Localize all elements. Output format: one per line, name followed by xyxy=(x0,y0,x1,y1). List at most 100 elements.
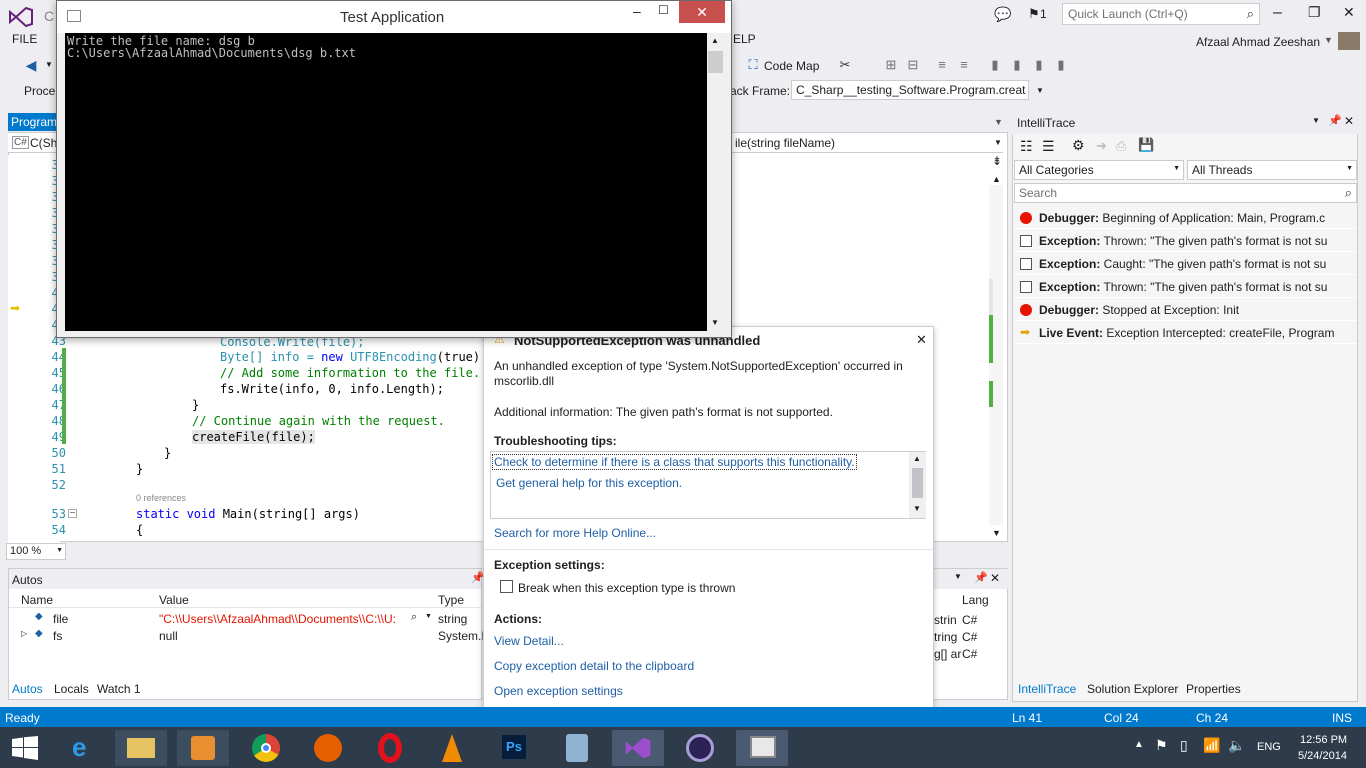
nav-member-dropdown-icon[interactable]: ▼ xyxy=(994,138,1002,147)
panel-dropdown-icon[interactable]: ▼ xyxy=(1312,116,1320,125)
forward-icon[interactable]: ➔ xyxy=(1096,138,1107,154)
thread-select[interactable]: All Threads ▼ xyxy=(1187,160,1357,180)
indent-icon[interactable]: ≡ xyxy=(935,58,949,72)
tip-link-general-help[interactable]: Get general help for this exception. xyxy=(496,476,682,490)
minimize-icon[interactable]: – xyxy=(633,3,641,19)
media-player-icon[interactable] xyxy=(177,730,229,766)
user-name[interactable]: Afzaal Ahmad Zeeshan xyxy=(1196,35,1320,49)
close-icon[interactable]: ✕ xyxy=(916,332,927,348)
chrome-icon[interactable] xyxy=(240,730,292,766)
menu-file[interactable]: FILE xyxy=(12,32,37,46)
toolbar-icon-b[interactable]: ⊟ xyxy=(906,58,920,72)
list-item[interactable]: Exception: Thrown: "The given path's for… xyxy=(1015,276,1357,298)
editor-scrollbar[interactable] xyxy=(989,185,1003,525)
list-item[interactable]: Exception: Caught: "The given path's for… xyxy=(1015,253,1357,275)
code-map-icon[interactable]: ⛶ xyxy=(746,58,760,72)
console-close-button[interactable]: ✕ xyxy=(679,1,725,23)
opera-icon[interactable] xyxy=(364,730,416,766)
notification-flag-icon[interactable]: ⚑ xyxy=(1028,6,1040,22)
scroll-down-icon[interactable]: ▼ xyxy=(992,528,1001,538)
pin-icon[interactable]: 📌 xyxy=(1328,114,1342,127)
copy-detail-link[interactable]: Copy exception detail to the clipboard xyxy=(494,659,694,673)
eclipse-icon[interactable] xyxy=(674,730,726,766)
magnifier-icon[interactable]: ⌕ xyxy=(411,611,417,624)
scroll-up-icon[interactable]: ▲ xyxy=(992,174,1001,184)
vlc-icon[interactable] xyxy=(426,730,478,766)
open-exception-settings-link[interactable]: Open exception settings xyxy=(494,684,623,698)
tab-dropdown-icon[interactable]: ▼ xyxy=(994,117,1003,127)
intellitrace-search-input[interactable]: Search ⌕ xyxy=(1014,183,1357,203)
tab-solution-explorer[interactable]: Solution Explorer xyxy=(1087,682,1178,696)
pin-icon[interactable]: 📌 xyxy=(974,571,988,584)
network-icon[interactable]: 📶 xyxy=(1203,737,1220,754)
view-detail-link[interactable]: View Detail... xyxy=(494,634,564,648)
list-view-icon[interactable]: ☷ xyxy=(1020,138,1033,155)
windows-start-icon[interactable] xyxy=(12,736,38,760)
tab-locals[interactable]: Locals xyxy=(54,682,89,696)
col-type[interactable]: Type xyxy=(438,593,464,607)
restore-icon[interactable]: ❐ xyxy=(1308,4,1321,21)
quick-launch-input[interactable]: Quick Launch (Ctrl+Q) ⌕ xyxy=(1062,3,1260,25)
toolbar-tool-icon[interactable]: ✂ xyxy=(838,58,852,72)
expand-icon[interactable]: ▷ xyxy=(21,629,27,638)
document-tab-program[interactable]: Program xyxy=(8,113,60,131)
tab-intellitrace[interactable]: IntelliTrace xyxy=(1018,682,1076,696)
console-scrollbar[interactable]: ▲ ▼ xyxy=(707,33,724,331)
zoom-select[interactable]: 100 % ▼ xyxy=(6,543,66,560)
col-name[interactable]: Name xyxy=(21,593,53,607)
close-icon[interactable]: ✕ xyxy=(1344,114,1354,128)
internet-explorer-icon[interactable]: e xyxy=(58,730,110,766)
list-item[interactable]: Debugger: Stopped at Exception: Init xyxy=(1015,299,1357,321)
nav-member-select[interactable]: ile(string fileName) xyxy=(735,136,835,150)
visualizer-dropdown-icon[interactable]: ▼ xyxy=(425,613,432,620)
back-icon[interactable]: ◀ xyxy=(24,58,38,72)
console-output[interactable]: Write the file name: dsg b C:\Users\Afzaa… xyxy=(65,33,707,331)
minimize-icon[interactable]: – xyxy=(1273,4,1282,22)
col-value[interactable]: Value xyxy=(159,593,189,607)
tip-link-class-support[interactable]: Check to determine if there is a class t… xyxy=(492,454,857,470)
back-dropdown-icon[interactable]: ▼ xyxy=(45,60,53,69)
battery-icon[interactable]: ▯ xyxy=(1180,737,1188,754)
tips-scrollbar[interactable]: ▲ ▼ xyxy=(909,452,926,518)
code-lens-references[interactable]: 0 references xyxy=(136,493,186,503)
scroll-down-icon[interactable]: ▼ xyxy=(913,504,921,513)
list-item[interactable]: Debugger: Beginning of Application: Main… xyxy=(1015,207,1357,229)
outdent-icon[interactable]: ≡ xyxy=(957,58,971,72)
avatar[interactable] xyxy=(1338,32,1360,50)
bookmark-clear-icon[interactable]: ▮ xyxy=(1054,58,1068,72)
table-row[interactable]: ◆ file "C:\\Users\\AfzaalAhmad\\Document… xyxy=(9,610,481,627)
clock-date[interactable]: 5/24/2014 xyxy=(1298,750,1347,762)
menu-help[interactable]: ELP xyxy=(733,32,756,46)
open-icon[interactable]: ⎙ xyxy=(1116,138,1126,154)
calls-view-icon[interactable]: ☰ xyxy=(1042,138,1055,155)
table-row[interactable]: ▷ ◆ fs null System.I xyxy=(9,627,485,644)
feedback-icon[interactable]: 💬 xyxy=(994,6,1011,23)
list-item[interactable]: Exception: Thrown: "The given path's for… xyxy=(1015,230,1357,252)
break-checkbox[interactable] xyxy=(500,580,513,593)
user-dropdown-icon[interactable]: ▼ xyxy=(1324,35,1333,45)
stack-frame-select[interactable]: C_Sharp__testing_Software.Program.creat xyxy=(791,80,1029,100)
show-hidden-icons-icon[interactable]: ▲ xyxy=(1134,739,1144,750)
input-language[interactable]: ENG xyxy=(1257,741,1281,753)
list-item[interactable]: ➡ Live Event: Exception Intercepted: crea… xyxy=(1015,322,1357,344)
close-icon[interactable]: ✕ xyxy=(1343,4,1355,21)
bookmark-prev-icon[interactable]: ▮ xyxy=(1010,58,1024,72)
database-tool-icon[interactable] xyxy=(550,730,602,766)
bookmark-next-icon[interactable]: ▮ xyxy=(1032,58,1046,72)
tab-watch-1[interactable]: Watch 1 xyxy=(97,682,141,696)
scroll-down-icon[interactable]: ▼ xyxy=(711,318,719,327)
split-icon[interactable]: ⇟ xyxy=(992,154,1002,168)
firefox-icon[interactable] xyxy=(302,730,354,766)
visual-studio-taskbar-icon[interactable] xyxy=(612,730,664,766)
volume-icon[interactable]: 🔈 xyxy=(1228,737,1245,754)
tab-properties[interactable]: Properties xyxy=(1186,682,1241,696)
bookmark-icon[interactable]: ▮ xyxy=(988,58,1002,72)
file-explorer-icon[interactable] xyxy=(115,730,167,766)
scroll-up-icon[interactable]: ▲ xyxy=(711,36,719,45)
photoshop-icon[interactable]: Ps xyxy=(488,730,540,766)
stack-frame-dropdown-icon[interactable]: ▼ xyxy=(1036,86,1044,95)
panel-dropdown-icon[interactable]: ▼ xyxy=(954,572,962,581)
gear-icon[interactable]: ⚙ xyxy=(1072,137,1085,154)
toolbar-icon-a[interactable]: ⊞ xyxy=(884,58,898,72)
save-icon[interactable]: 💾 xyxy=(1138,137,1154,153)
